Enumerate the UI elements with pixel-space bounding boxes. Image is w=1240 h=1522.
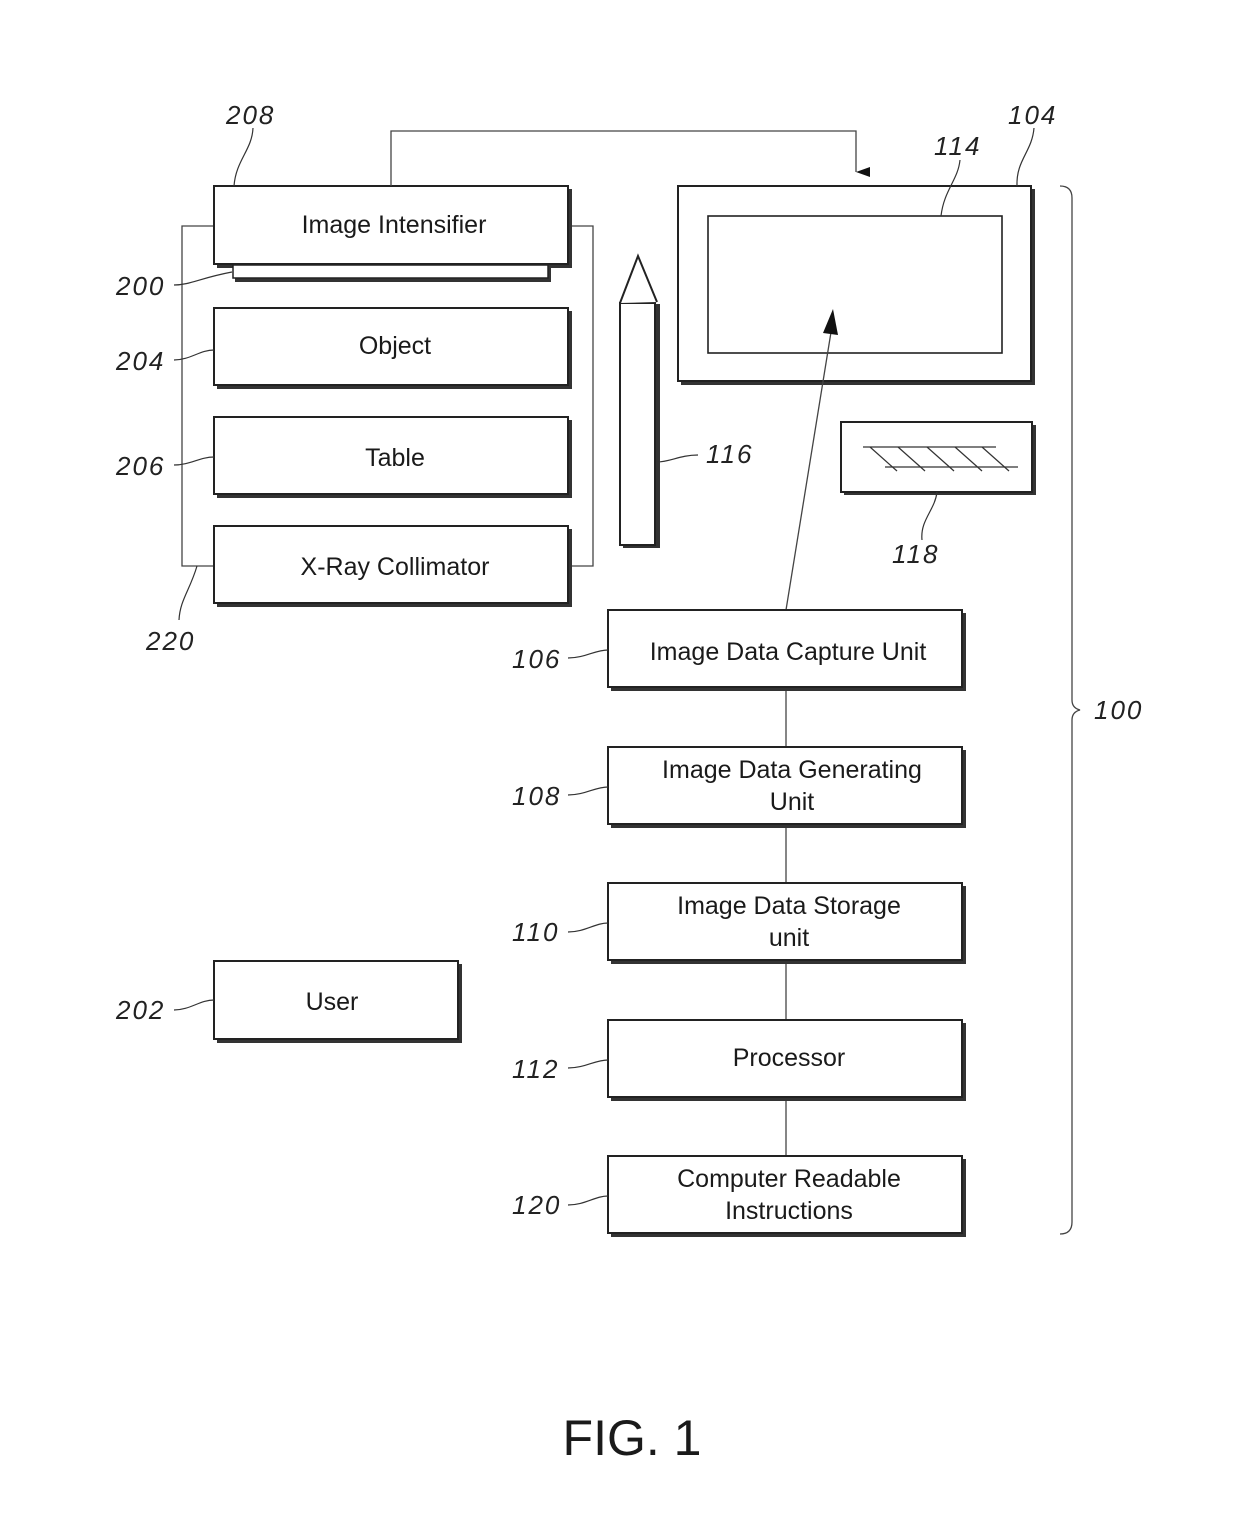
storage-unit-label-line2: unit [769, 924, 809, 952]
image-data-generating-unit-block[interactable]: Image Data Generating Unit [607, 746, 966, 828]
display-monitor[interactable] [677, 185, 1035, 385]
ref-116: 116 [706, 439, 753, 469]
keyboard-icon[interactable] [840, 421, 1036, 495]
ref-208: 208 [225, 100, 275, 130]
ref-206: 206 [115, 451, 165, 481]
ref-100: 100 [1094, 695, 1143, 725]
ref-106: 106 [512, 644, 561, 674]
image-data-capture-unit-block[interactable]: Image Data Capture Unit [607, 609, 966, 691]
ref-104: 104 [1008, 100, 1057, 130]
detector-plate [232, 264, 551, 282]
object-label: Object [359, 332, 431, 360]
ref-220: 220 [145, 626, 195, 656]
image-data-storage-unit-block[interactable]: Image Data Storage unit [607, 882, 966, 964]
processor-block[interactable]: Processor [607, 1019, 966, 1101]
table-block[interactable]: Table [213, 416, 572, 498]
ref-200: 200 [115, 271, 165, 301]
ref-114: 114 [934, 131, 981, 161]
computer-readable-instructions-block[interactable]: Computer Readable Instructions [607, 1155, 966, 1237]
object-block[interactable]: Object [213, 307, 572, 389]
display-screen[interactable] [707, 215, 1003, 354]
instructions-label-line2: Instructions [725, 1197, 853, 1225]
generating-unit-label-line2: Unit [770, 788, 815, 816]
xray-collimator-label: X-Ray Collimator [301, 553, 490, 581]
ref-202: 202 [115, 995, 165, 1025]
image-intensifier-label: Image Intensifier [302, 211, 487, 239]
intensifier-to-display-arrow [390, 130, 870, 186]
ref-204: 204 [115, 346, 165, 376]
generating-unit-label-line1: Image Data Generating [662, 756, 922, 784]
capture-unit-label: Image Data Capture Unit [650, 638, 927, 666]
patent-figure: Image Intensifier Object Table X-Ray Col… [115, 100, 1143, 1466]
processor-label: Processor [733, 1044, 846, 1072]
storage-unit-label-line1: Image Data Storage [677, 892, 901, 920]
ref-112: 112 [512, 1054, 559, 1084]
user-label: User [306, 988, 359, 1016]
user-block[interactable]: User [213, 960, 462, 1043]
xray-collimator-block[interactable]: X-Ray Collimator [213, 525, 572, 607]
ref-118: 118 [892, 539, 939, 569]
table-label: Table [365, 444, 425, 472]
ref-120: 120 [512, 1190, 561, 1220]
ref-110: 110 [512, 917, 559, 947]
instructions-label-line1: Computer Readable [677, 1165, 901, 1193]
system-brace [1059, 185, 1081, 1235]
image-intensifier-block[interactable]: Image Intensifier [213, 185, 572, 268]
ref-108: 108 [512, 781, 561, 811]
figure-caption: FIG. 1 [563, 1410, 702, 1466]
stylus-pen-icon[interactable] [619, 253, 660, 548]
